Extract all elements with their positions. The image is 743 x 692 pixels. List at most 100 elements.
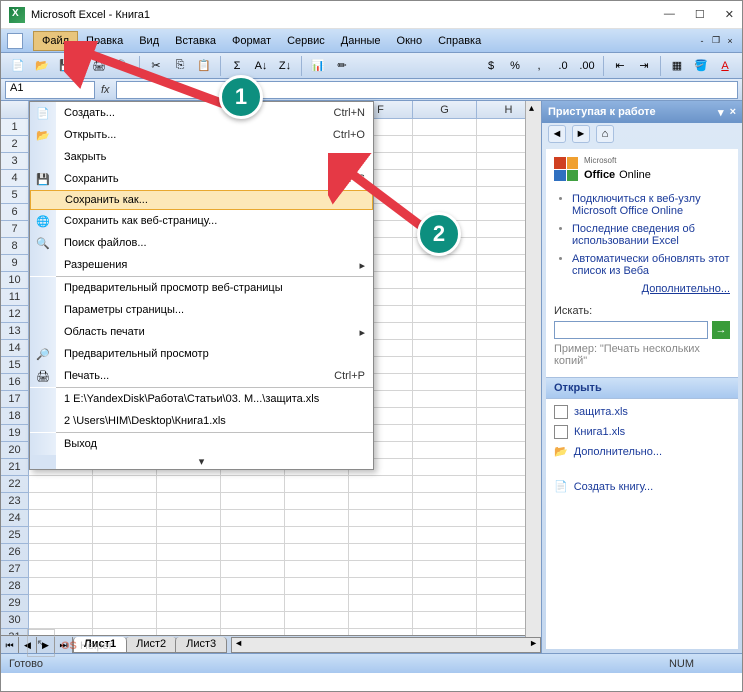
row-header[interactable]: 30 (1, 612, 29, 629)
preview-button[interactable]: 🔍 (112, 55, 134, 77)
row-header[interactable]: 14 (1, 340, 29, 357)
cell[interactable] (221, 510, 285, 527)
menu-tools[interactable]: Сервис (279, 32, 333, 50)
link-auto-update[interactable]: Автоматически обновлять этот список из В… (572, 253, 730, 277)
cell[interactable] (93, 544, 157, 561)
recent-file[interactable]: защита.xls (554, 405, 730, 419)
link-more[interactable]: Дополнительно... (642, 283, 730, 295)
nav-back-icon[interactable]: ◄ (548, 125, 566, 143)
cell[interactable] (285, 510, 349, 527)
cell[interactable] (93, 510, 157, 527)
nav-home-icon[interactable]: ⌂ (596, 125, 614, 143)
save-button[interactable]: 💾 (55, 55, 77, 77)
row-header[interactable]: 18 (1, 408, 29, 425)
cell[interactable] (221, 629, 285, 635)
cell[interactable] (157, 510, 221, 527)
menu-expand-icon[interactable]: ▾ (30, 455, 373, 469)
menu-item[interactable]: Область печати▸ (30, 321, 373, 343)
menu-help[interactable]: Справка (430, 32, 489, 50)
cut-button[interactable]: ✂ (145, 55, 167, 77)
cell[interactable] (413, 289, 477, 306)
search-input[interactable] (554, 321, 708, 339)
cell[interactable] (157, 527, 221, 544)
cell[interactable] (349, 629, 413, 635)
cell[interactable] (285, 527, 349, 544)
row-header[interactable]: 19 (1, 425, 29, 442)
row-header[interactable]: 11 (1, 289, 29, 306)
cell[interactable] (157, 612, 221, 629)
menu-item[interactable]: Сохранить как... (30, 190, 373, 210)
cell[interactable] (349, 578, 413, 595)
new-button[interactable]: 📄 (7, 55, 29, 77)
cell[interactable] (349, 595, 413, 612)
cell[interactable] (285, 476, 349, 493)
menu-item[interactable]: Параметры страницы... (30, 299, 373, 321)
menu-edit[interactable]: Правка (78, 32, 131, 50)
row-header[interactable]: 12 (1, 306, 29, 323)
cell[interactable] (413, 561, 477, 578)
cell[interactable] (93, 561, 157, 578)
cell[interactable] (93, 612, 157, 629)
cell[interactable] (413, 306, 477, 323)
cell[interactable] (157, 544, 221, 561)
cell[interactable] (29, 544, 93, 561)
recent-file[interactable]: Книга1.xls (554, 425, 730, 439)
cell[interactable] (285, 595, 349, 612)
menu-item[interactable]: 💾СохранитьCtrl+S (30, 168, 373, 190)
cell[interactable] (413, 340, 477, 357)
fill-color-button[interactable]: 🪣 (690, 55, 712, 77)
cell[interactable] (93, 527, 157, 544)
percent-button[interactable]: % (504, 55, 526, 77)
menu-item[interactable]: 🔎Предварительный просмотр (30, 343, 373, 365)
cell[interactable] (413, 255, 477, 272)
name-box[interactable]: A1 (5, 81, 95, 99)
decimal-dec-button[interactable]: .00 (576, 55, 598, 77)
cell[interactable] (349, 510, 413, 527)
row-header[interactable]: 6 (1, 204, 29, 221)
cell[interactable] (413, 629, 477, 635)
row-header[interactable]: 17 (1, 391, 29, 408)
row-header[interactable]: 26 (1, 544, 29, 561)
open-button[interactable]: 📂 (31, 55, 53, 77)
cell[interactable] (29, 578, 93, 595)
cell[interactable] (157, 578, 221, 595)
menu-item[interactable]: Разрешения▸ (30, 254, 373, 276)
menu-item[interactable]: Закрыть (30, 146, 373, 168)
cell[interactable] (29, 510, 93, 527)
row-header[interactable]: 16 (1, 374, 29, 391)
row-header[interactable]: 3 (1, 153, 29, 170)
fx-icon[interactable]: fx (101, 84, 110, 96)
cell[interactable] (285, 544, 349, 561)
cell[interactable] (93, 595, 157, 612)
menu-item[interactable]: Выход (30, 433, 373, 455)
select-all-corner[interactable] (1, 101, 29, 118)
cell[interactable] (349, 527, 413, 544)
menu-item[interactable]: 🌐Сохранить как веб-страницу... (30, 210, 373, 232)
cell[interactable] (221, 595, 285, 612)
borders-button[interactable]: ▦ (666, 55, 688, 77)
nav-fwd-icon[interactable]: ► (572, 125, 590, 143)
cell[interactable] (285, 578, 349, 595)
cell[interactable] (413, 187, 477, 204)
cell[interactable] (221, 561, 285, 578)
cell[interactable] (413, 595, 477, 612)
menu-item[interactable]: 🖨Печать...Ctrl+P (30, 365, 373, 387)
font-color-button[interactable]: A (714, 55, 736, 77)
task-pane-menu-icon[interactable]: ▾ (718, 106, 724, 119)
create-workbook[interactable]: 📄 Создать книгу... (554, 480, 730, 493)
cell[interactable] (285, 629, 349, 635)
row-header[interactable]: 7 (1, 221, 29, 238)
cell[interactable] (221, 527, 285, 544)
cell[interactable] (157, 561, 221, 578)
cell[interactable] (29, 561, 93, 578)
cell[interactable] (413, 408, 477, 425)
cell[interactable] (285, 561, 349, 578)
cell[interactable] (29, 476, 93, 493)
close-icon[interactable]: ✕ (725, 8, 734, 21)
cell[interactable] (413, 136, 477, 153)
horizontal-scrollbar[interactable] (231, 637, 541, 653)
cell[interactable] (93, 493, 157, 510)
row-header[interactable]: 23 (1, 493, 29, 510)
cell[interactable] (29, 493, 93, 510)
menu-item[interactable]: 📂Открыть...Ctrl+O (30, 124, 373, 146)
